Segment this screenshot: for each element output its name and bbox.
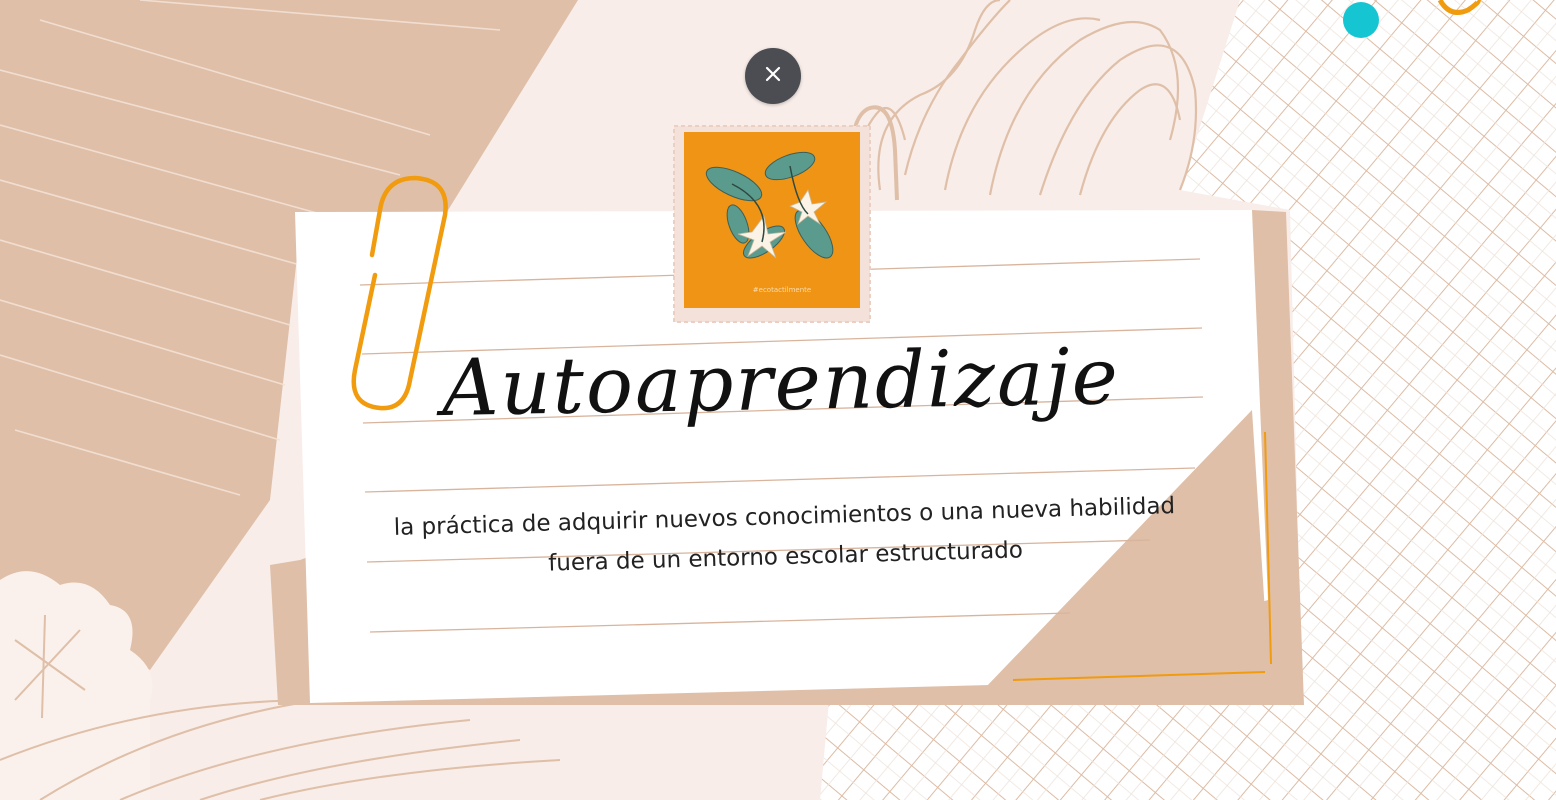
slide-stage: #ecotactilmente Autoaprendizaje la práct… bbox=[0, 0, 1556, 800]
close-icon bbox=[764, 65, 782, 87]
close-button[interactable] bbox=[745, 48, 801, 104]
scribble-doodle bbox=[856, 0, 1198, 211]
flower-stamp: #ecotactilmente bbox=[672, 124, 872, 324]
teal-dot bbox=[1343, 2, 1379, 38]
stamp-caption: #ecotactilmente bbox=[752, 286, 812, 294]
